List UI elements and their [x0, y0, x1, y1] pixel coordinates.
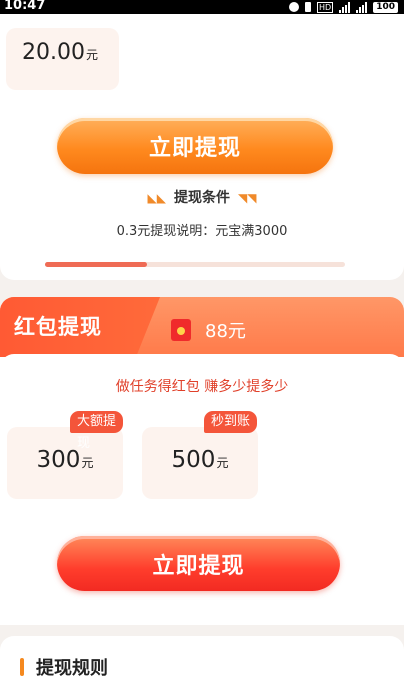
- rules-accent-bar: [20, 658, 24, 676]
- alarm-icon: [289, 2, 300, 12]
- red-packet-withdraw-button[interactable]: 立即提现: [57, 536, 340, 591]
- bluetooth-icon: [305, 2, 312, 12]
- status-bar: 10:47 HD 100: [0, 0, 404, 14]
- option-badge: 秒到账: [204, 411, 258, 433]
- option-badge: 大额提现: [70, 411, 123, 451]
- option-value: 300元: [36, 447, 94, 473]
- progress-fill: [45, 262, 147, 267]
- status-time: 10:47: [4, 0, 46, 13]
- option-value: 500元: [171, 447, 229, 473]
- red-packet-balance: 88元: [205, 321, 246, 342]
- decor-right-icon: ◥◥: [238, 191, 257, 205]
- withdraw-card: 20.00元 立即提现 ◣◣ 提现条件 ◥◥ 0.3元提现说明：元宝满3000: [0, 14, 404, 280]
- red-packet-card: 红包提现 88元 做任务得红包 赚多少提多少 大额提现 300元 秒到账 500…: [0, 297, 404, 625]
- withdraw-now-button[interactable]: 立即提现: [57, 118, 333, 174]
- rules-title: 提现规则: [36, 658, 108, 679]
- red-packet-header: 红包提现 88元: [0, 297, 404, 357]
- red-packet-header-label: 红包提现: [0, 297, 160, 357]
- decor-left-icon: ◣◣: [147, 191, 166, 205]
- ingot-progress-bar: [45, 262, 345, 267]
- amount-option-300[interactable]: 大额提现 300元: [7, 411, 123, 499]
- red-packet-icon: [171, 319, 191, 341]
- withdraw-condition-title: ◣◣ 提现条件 ◥◥: [147, 190, 257, 206]
- red-packet-title: 红包提现: [14, 315, 102, 339]
- amount-value: 20.00元: [22, 40, 98, 65]
- signal-2-icon: [356, 1, 368, 13]
- amount-option-tile[interactable]: 20.00元: [6, 28, 119, 90]
- withdraw-rules-card: 提现规则: [0, 636, 404, 696]
- battery-icon: 100: [373, 1, 398, 13]
- signal-icon: [339, 1, 351, 13]
- hd-network-icon: HD: [317, 1, 334, 13]
- amount-unit: 元: [85, 48, 98, 62]
- withdraw-condition-desc: 0.3元提现说明：元宝满3000: [116, 224, 288, 239]
- amount-option-500[interactable]: 秒到账 500元: [142, 411, 258, 499]
- status-icons: HD 100: [289, 1, 398, 13]
- red-packet-slogan: 做任务得红包 赚多少提多少: [115, 379, 289, 395]
